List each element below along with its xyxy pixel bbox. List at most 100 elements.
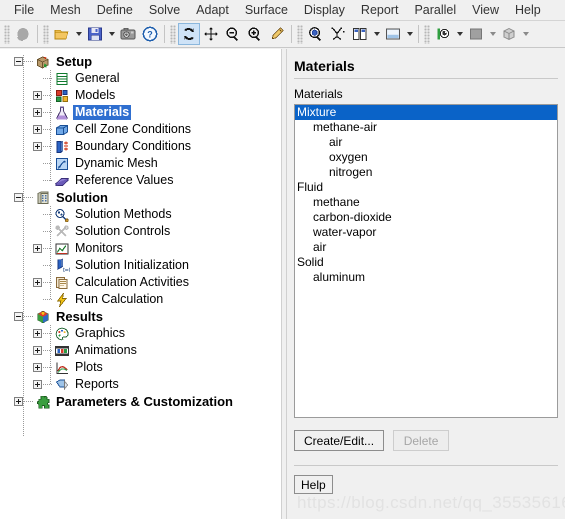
collapse-node-icon[interactable] — [14, 193, 23, 202]
expand-node-icon[interactable] — [33, 91, 42, 100]
toolbar-grip-handle[interactable] — [297, 24, 303, 44]
expand-node-icon[interactable] — [33, 125, 42, 134]
tree-item-solution-initialization[interactable]: t=0 Solution Initialization — [0, 257, 280, 274]
probe-pick-icon[interactable] — [266, 23, 288, 45]
create-edit-button[interactable]: Create/Edit... — [294, 430, 385, 451]
help-button[interactable]: Help — [294, 475, 333, 494]
materials-listbox[interactable]: Mixture methane-air air oxygen nitrogen Fluid… — [294, 104, 558, 418]
expand-node-icon[interactable] — [33, 244, 42, 253]
chevron-down-icon[interactable] — [520, 23, 531, 45]
tree-item-monitors[interactable]: Monitors — [0, 240, 280, 257]
tree-item-general[interactable]: General — [0, 70, 280, 87]
tree-item-label: Reference Values — [75, 173, 174, 187]
toolbar-group-4 — [305, 23, 415, 45]
tree-item-results[interactable]: Results — [0, 308, 280, 325]
toolbar-grip-handle[interactable] — [4, 24, 10, 44]
panels-layout-icon[interactable] — [349, 23, 371, 45]
expand-node-icon[interactable] — [33, 346, 42, 355]
tree-item-animations[interactable]: Animations — [0, 342, 280, 359]
tree-item-solution[interactable]: Solution — [0, 189, 280, 206]
tree-item-cell-zone-conditions[interactable]: Cell Zone Conditions — [0, 121, 280, 138]
mouse-probe-icon[interactable] — [12, 23, 34, 45]
expand-node-icon[interactable] — [33, 278, 42, 287]
open-folder-icon[interactable] — [51, 23, 73, 45]
expand-node-icon[interactable] — [33, 329, 42, 338]
rotate-refresh-icon[interactable] — [178, 23, 200, 45]
color-swatch-icon[interactable] — [465, 23, 487, 45]
expand-node-icon[interactable] — [33, 380, 42, 389]
collapse-node-icon[interactable] — [14, 312, 23, 321]
contour-view-icon[interactable] — [382, 23, 404, 45]
toolbar-grip-handle[interactable] — [43, 24, 49, 44]
tree-item-models[interactable]: Models — [0, 87, 280, 104]
list-item[interactable]: aluminum — [295, 270, 557, 285]
tree-guide-line-sub — [50, 325, 51, 385]
save-icon[interactable] — [84, 23, 106, 45]
toolbar-grip-handle[interactable] — [170, 24, 176, 44]
tree-item-label: Graphics — [75, 326, 126, 340]
camera-icon[interactable] — [117, 23, 139, 45]
help-circle-icon[interactable]: ? — [139, 23, 161, 45]
boundary-conditions-icon — [53, 139, 70, 155]
tree-item-parameters-customization[interactable]: Parameters & Customization — [0, 393, 280, 410]
watermark-text: https://blog.csdn.net/qq_35535616 — [297, 493, 565, 512]
menu-item-parallel[interactable]: Parallel — [406, 1, 464, 19]
expand-node-icon[interactable] — [14, 397, 23, 406]
menu-item-adapt[interactable]: Adapt — [188, 1, 237, 19]
tree-connector-line — [24, 61, 33, 62]
tree-item-solution-controls[interactable]: Solution Controls — [0, 223, 280, 240]
outline-tree-panel[interactable]: Setup General Models Materials Cell Zone Con… — [0, 49, 281, 519]
tree-item-materials[interactable]: Materials — [0, 104, 280, 121]
lighting-icon[interactable] — [432, 23, 454, 45]
tree-item-boundary-conditions[interactable]: Boundary Conditions — [0, 138, 280, 155]
list-item[interactable]: oxygen — [295, 150, 557, 165]
list-item[interactable]: Fluid — [295, 180, 557, 195]
list-item[interactable]: air — [295, 240, 557, 255]
list-item[interactable]: carbon-dioxide — [295, 210, 557, 225]
tree-item-plots[interactable]: Plots — [0, 359, 280, 376]
chevron-down-icon[interactable] — [106, 23, 117, 45]
tree-item-run-calculation[interactable]: Run Calculation — [0, 291, 280, 308]
list-item[interactable]: water-vapor — [295, 225, 557, 240]
pan-move-icon[interactable] — [200, 23, 222, 45]
menu-item-file[interactable]: File — [6, 1, 42, 19]
tree-item-solution-methods[interactable]: Solution Methods — [0, 206, 280, 223]
zoom-out-icon[interactable] — [222, 23, 244, 45]
list-item[interactable]: nitrogen — [295, 165, 557, 180]
zoom-region-icon[interactable] — [305, 23, 327, 45]
list-item[interactable]: air — [295, 135, 557, 150]
menu-item-report[interactable]: Report — [353, 1, 407, 19]
render-box-icon[interactable] — [498, 23, 520, 45]
menu-item-mesh[interactable]: Mesh — [42, 1, 89, 19]
menu-item-help[interactable]: Help — [507, 1, 549, 19]
collapse-node-icon[interactable] — [14, 57, 23, 66]
tree-item-reference-values[interactable]: Reference Values — [0, 172, 280, 189]
toolbar-grip-handle[interactable] — [424, 24, 430, 44]
menu-item-view[interactable]: View — [464, 1, 507, 19]
list-item[interactable]: methane-air — [295, 120, 557, 135]
zoom-in-icon[interactable] — [244, 23, 266, 45]
tree-item-setup[interactable]: Setup — [0, 53, 280, 70]
menu-item-display[interactable]: Display — [296, 1, 353, 19]
expand-node-icon[interactable] — [33, 363, 42, 372]
list-item[interactable]: methane — [295, 195, 557, 210]
tree-item-graphics[interactable]: Graphics — [0, 325, 280, 342]
expand-node-icon[interactable] — [33, 108, 42, 117]
chevron-down-icon[interactable] — [371, 23, 382, 45]
tree-item-calculation-activities[interactable]: Calculation Activities — [0, 274, 280, 291]
chevron-down-icon[interactable] — [487, 23, 498, 45]
tree-item-label: Solution Methods — [75, 207, 172, 221]
tree-guide-line-sub — [50, 206, 51, 300]
list-item[interactable]: Solid — [295, 255, 557, 270]
menu-item-surface[interactable]: Surface — [237, 1, 296, 19]
chevron-down-icon[interactable] — [454, 23, 465, 45]
expand-node-icon[interactable] — [33, 142, 42, 151]
menu-item-define[interactable]: Define — [89, 1, 141, 19]
list-item[interactable]: Mixture — [295, 105, 557, 120]
chevron-down-icon[interactable] — [73, 23, 84, 45]
chevron-down-icon[interactable] — [404, 23, 415, 45]
menu-item-solve[interactable]: Solve — [141, 1, 188, 19]
mesh-display-icon[interactable] — [327, 23, 349, 45]
tree-item-dynamic-mesh[interactable]: Dynamic Mesh — [0, 155, 280, 172]
tree-item-reports[interactable]: Reports — [0, 376, 280, 393]
